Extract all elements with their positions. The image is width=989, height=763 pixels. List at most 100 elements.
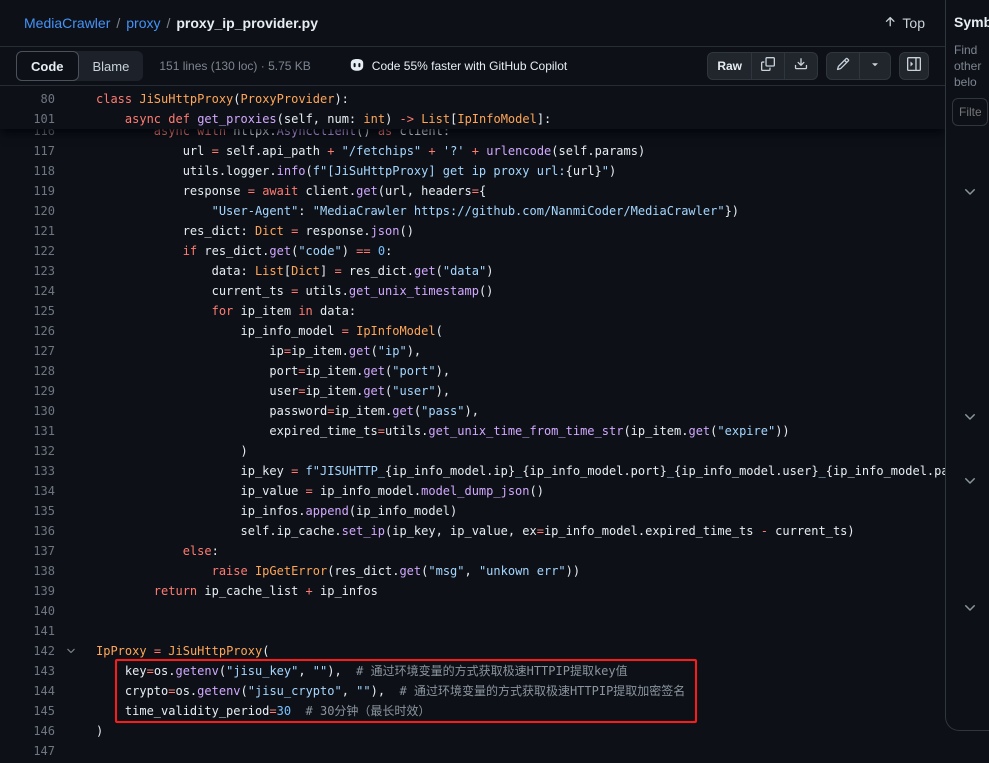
- line-number[interactable]: 128: [0, 361, 55, 381]
- code-text: password=ip_item.get("pass"),: [96, 401, 945, 421]
- line-number[interactable]: 134: [0, 481, 55, 501]
- line-number[interactable]: 144: [0, 681, 55, 701]
- code-line-121: 121 res_dict: Dict = response.json(): [0, 221, 945, 241]
- code-line-137: 137 else:: [0, 541, 945, 561]
- code-text: ): [96, 441, 945, 461]
- line-number[interactable]: 147: [0, 741, 55, 761]
- caret-down-icon: [869, 57, 881, 75]
- code-line-80: 80class JiSuHttpProxy(ProxyProvider):: [0, 89, 945, 109]
- gutter-gap: [55, 89, 96, 109]
- download-raw-button[interactable]: [784, 53, 817, 79]
- gutter-gap: [55, 721, 96, 741]
- gutter-gap: [55, 281, 96, 301]
- raw-copy-download-group: Raw: [707, 52, 818, 80]
- code-text: async def get_proxies(self, num: int) ->…: [96, 109, 945, 129]
- line-number[interactable]: 131: [0, 421, 55, 441]
- line-number[interactable]: 145: [0, 701, 55, 721]
- line-number[interactable]: 132: [0, 441, 55, 461]
- raw-button[interactable]: Raw: [708, 53, 751, 79]
- line-number[interactable]: 130: [0, 401, 55, 421]
- copilot-banner-text: Code 55% faster with GitHub Copilot: [372, 59, 567, 73]
- line-number[interactable]: 136: [0, 521, 55, 541]
- code-line-143: 143 key=os.getenv("jisu_key", ""), # 通过环…: [0, 661, 945, 681]
- toolbar-actions: Raw: [707, 52, 929, 80]
- line-number[interactable]: 125: [0, 301, 55, 321]
- code-text: [96, 601, 945, 621]
- chevron-down-icon[interactable]: [962, 473, 978, 489]
- collapse-chevron-icon[interactable]: [65, 645, 77, 657]
- line-number[interactable]: 137: [0, 541, 55, 561]
- chevron-down-icon[interactable]: [962, 184, 978, 200]
- sidebar-panel-icon: [907, 57, 921, 76]
- gutter-gap: [55, 361, 96, 381]
- gutter-gap: [55, 301, 96, 321]
- tab-code[interactable]: Code: [16, 51, 79, 81]
- line-number[interactable]: 133: [0, 461, 55, 481]
- breadcrumb: MediaCrawler / proxy / proxy_ip_provider…: [24, 15, 318, 31]
- code-text: ip_key = f"JISUHTTP_{ip_info_model.ip}_{…: [96, 461, 945, 481]
- gutter-gap: [55, 181, 96, 201]
- gutter-gap: [55, 681, 96, 701]
- code-line-146: 146): [0, 721, 945, 741]
- code-text: IpProxy = JiSuHttpProxy(: [96, 641, 945, 661]
- code-line-138: 138 raise IpGetError(res_dict.get("msg",…: [0, 561, 945, 581]
- gutter-gap: [55, 741, 96, 761]
- edit-dropdown-button[interactable]: [859, 53, 890, 79]
- scroll-to-top-label: Top: [902, 15, 925, 31]
- breadcrumb-repo-link[interactable]: MediaCrawler: [24, 15, 110, 31]
- line-number[interactable]: 141: [0, 621, 55, 641]
- code-text: for ip_item in data:: [96, 301, 945, 321]
- code-line-117: 117 url = self.api_path + "/fetchips" + …: [0, 141, 945, 161]
- code-text: [96, 621, 945, 641]
- symbols-filter-input[interactable]: [952, 98, 988, 126]
- gutter-gap: [55, 701, 96, 721]
- code-line-126: 126 ip_info_model = IpInfoModel(: [0, 321, 945, 341]
- line-number[interactable]: 126: [0, 321, 55, 341]
- chevron-down-icon[interactable]: [962, 409, 978, 425]
- gutter-gap: [55, 561, 96, 581]
- line-number[interactable]: 119: [0, 181, 55, 201]
- gutter-gap: [55, 401, 96, 421]
- line-number[interactable]: 124: [0, 281, 55, 301]
- code-text: "User-Agent": "MediaCrawler https://gith…: [96, 201, 945, 221]
- code-lines: 116 async with httpx.AsyncClient() as cl…: [0, 87, 945, 761]
- line-number[interactable]: 121: [0, 221, 55, 241]
- code-text: ip=ip_item.get("ip"),: [96, 341, 945, 361]
- line-number[interactable]: 118: [0, 161, 55, 181]
- download-icon: [794, 57, 808, 76]
- breadcrumb-dir-link[interactable]: proxy: [126, 15, 160, 31]
- copilot-banner[interactable]: Code 55% faster with GitHub Copilot: [349, 57, 567, 76]
- gutter-gap: [55, 521, 96, 541]
- line-number[interactable]: 122: [0, 241, 55, 261]
- gutter-gap: [55, 421, 96, 441]
- symbols-panel-toggle-button[interactable]: [899, 52, 929, 80]
- line-number[interactable]: 146: [0, 721, 55, 741]
- line-number[interactable]: 127: [0, 341, 55, 361]
- code-line-119: 119 response = await client.get(url, hea…: [0, 181, 945, 201]
- line-number[interactable]: 135: [0, 501, 55, 521]
- line-number[interactable]: 123: [0, 261, 55, 281]
- line-number[interactable]: 143: [0, 661, 55, 681]
- tab-blame[interactable]: Blame: [79, 51, 144, 81]
- scroll-to-top-link[interactable]: Top: [883, 15, 925, 32]
- line-number[interactable]: 139: [0, 581, 55, 601]
- gutter-gap: [55, 441, 96, 461]
- line-number[interactable]: 117: [0, 141, 55, 161]
- line-number[interactable]: 140: [0, 601, 55, 621]
- line-number[interactable]: 80: [0, 89, 55, 109]
- code-line-125: 125 for ip_item in data:: [0, 301, 945, 321]
- line-number[interactable]: 129: [0, 381, 55, 401]
- code-text: ): [96, 721, 945, 741]
- copy-raw-button[interactable]: [751, 53, 784, 79]
- line-number[interactable]: 138: [0, 561, 55, 581]
- code-line-136: 136 self.ip_cache.set_ip(ip_key, ip_valu…: [0, 521, 945, 541]
- edit-file-button[interactable]: [827, 53, 859, 79]
- code-text: else:: [96, 541, 945, 561]
- code-line-118: 118 utils.logger.info(f"[JiSuHttpProxy] …: [0, 161, 945, 181]
- line-number[interactable]: 120: [0, 201, 55, 221]
- line-number[interactable]: 101: [0, 109, 55, 129]
- chevron-down-icon[interactable]: [962, 600, 978, 616]
- copilot-icon: [349, 57, 365, 76]
- line-number[interactable]: 142: [0, 641, 55, 661]
- code-line-128: 128 port=ip_item.get("port"),: [0, 361, 945, 381]
